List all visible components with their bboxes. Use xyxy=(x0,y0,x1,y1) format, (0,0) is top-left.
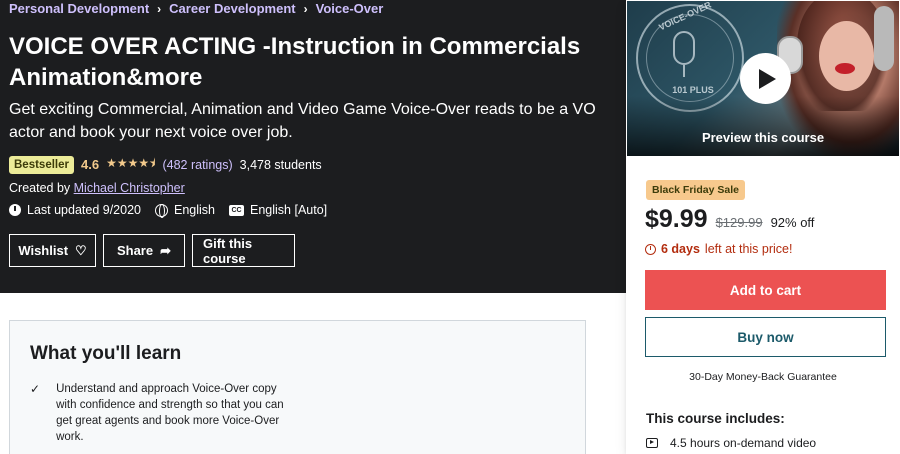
preview-label: Preview this course xyxy=(701,130,825,145)
breadcrumb-item-personal-development[interactable]: Personal Development xyxy=(9,1,149,16)
course-preview[interactable]: VOICE-OVER 101 PLUS Preview this course xyxy=(626,0,900,157)
course-subtitle: Get exciting Commercial, Animation and V… xyxy=(9,101,596,141)
chevron-right-icon: › xyxy=(157,1,162,16)
students-count: 3,478 students xyxy=(239,157,322,172)
what-you-learn-title: What you'll learn xyxy=(30,343,182,364)
includes-title: This course includes: xyxy=(646,411,785,426)
money-back-guarantee: 30-Day Money-Back Guarantee xyxy=(689,371,837,383)
timer-text: left at this price! xyxy=(704,242,793,256)
last-updated-text: Last updated 9/2020 xyxy=(27,203,141,217)
microphone-icon xyxy=(673,31,695,65)
timer-days: 6 days xyxy=(661,242,700,256)
bestseller-badge: Bestseller xyxy=(9,155,74,174)
breadcrumb-item-voice-over[interactable]: Voice-Over xyxy=(316,1,384,16)
language: English xyxy=(155,203,215,218)
globe-icon xyxy=(155,203,168,218)
learn-list-item: ✓ Understand and approach Voice-Over cop… xyxy=(30,381,296,445)
sale-badge: Black Friday Sale xyxy=(646,180,745,200)
preview-image-lips xyxy=(835,63,855,74)
current-price: $9.99 xyxy=(645,205,708,233)
sale-timer: 6 days left at this price! xyxy=(645,242,792,256)
share-button[interactable]: Share ➦ xyxy=(103,234,185,267)
play-button[interactable] xyxy=(740,53,791,104)
add-to-cart-button[interactable]: Add to cart xyxy=(645,270,886,310)
preview-gradient xyxy=(627,96,899,156)
wishlist-button[interactable]: Wishlist ♡ xyxy=(9,234,96,267)
video-icon xyxy=(646,438,658,448)
preview-image-face xyxy=(819,21,874,91)
check-icon: ✓ xyxy=(30,382,41,396)
logo-text-bottom: 101 PLUS xyxy=(672,85,714,95)
discount-percent: 92% off xyxy=(770,215,815,230)
alarm-clock-icon xyxy=(645,243,656,255)
gift-label: Gift this course xyxy=(203,235,253,266)
created-by: Created by Michael Christopher xyxy=(9,181,185,195)
last-updated: Last updated 9/2020 xyxy=(9,203,141,217)
language-text: English xyxy=(174,203,215,217)
include-item: 4.5 hours on-demand video xyxy=(646,436,816,450)
gift-course-button[interactable]: Gift this course xyxy=(192,234,295,267)
what-you-learn-section: What you'll learn ✓ Understand and appro… xyxy=(9,320,586,454)
original-price: $129.99 xyxy=(715,215,763,230)
ratings-count-link[interactable]: (482 ratings) xyxy=(162,158,232,172)
include-item-text: 4.5 hours on-demand video xyxy=(670,436,817,450)
wishlist-label: Wishlist xyxy=(18,243,69,258)
instructor-link[interactable]: Michael Christopher xyxy=(74,181,185,195)
closed-captions-icon: CC xyxy=(229,204,244,216)
course-meta: Last updated 9/2020 English CC English [… xyxy=(9,203,341,218)
chevron-right-icon: › xyxy=(303,1,308,16)
rating-value: 4.6 xyxy=(80,157,100,172)
course-actions: Wishlist ♡ Share ➦ Gift this course xyxy=(9,234,295,267)
heart-icon: ♡ xyxy=(75,242,87,258)
purchase-card: VOICE-OVER 101 PLUS Preview this course … xyxy=(626,0,900,454)
breadcrumb-item-career-development[interactable]: Career Development xyxy=(169,1,295,16)
learn-item-text: Understand and approach Voice-Over copy … xyxy=(56,383,284,443)
share-arrow-icon: ➦ xyxy=(160,242,172,258)
breadcrumb: Personal Development › Career Developmen… xyxy=(9,1,383,16)
created-by-label: Created by xyxy=(9,181,71,195)
play-icon xyxy=(759,68,776,89)
info-icon xyxy=(9,204,21,216)
star-rating-icon: ★★★★⯨ xyxy=(106,156,156,170)
captions-text: English [Auto] xyxy=(250,203,328,217)
captions: CC English [Auto] xyxy=(229,203,327,217)
rating-row: Bestseller 4.6 ★★★★⯨ (482 ratings) 3,478… xyxy=(9,154,322,175)
microphone-stand xyxy=(683,65,685,77)
share-label: Share xyxy=(116,243,154,258)
studio-mic-image xyxy=(874,6,894,71)
course-title: VOICE OVER ACTING -Instruction in Commer… xyxy=(9,33,581,91)
price-row: $9.99 $129.99 92% off xyxy=(645,205,814,234)
buy-now-button[interactable]: Buy now xyxy=(645,317,886,357)
